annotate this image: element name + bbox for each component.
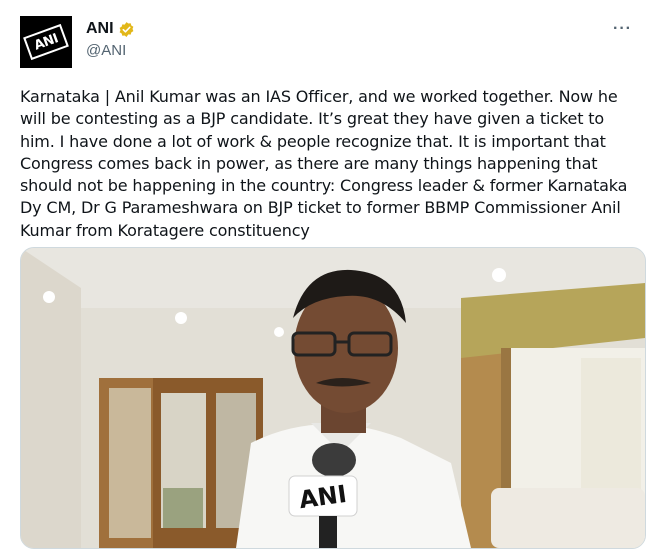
tweet-header: ANI ANI @ANI ··· (20, 16, 632, 68)
author-handle[interactable]: @ANI (86, 42, 135, 59)
author-info: ANI @ANI (86, 20, 135, 59)
tweet-text: Karnataka | Anil Kumar was an IAS Office… (20, 87, 628, 240)
author-name-row[interactable]: ANI (86, 20, 135, 38)
ani-logo: ANI (23, 23, 69, 61)
author-avatar[interactable]: ANI (20, 16, 72, 68)
media-illustration: ANI (21, 248, 645, 548)
author-display-name[interactable]: ANI (86, 20, 114, 38)
tweet-media-image[interactable]: ANI (20, 247, 646, 549)
verified-badge-icon (118, 21, 135, 38)
more-options-icon[interactable]: ··· (613, 20, 632, 38)
